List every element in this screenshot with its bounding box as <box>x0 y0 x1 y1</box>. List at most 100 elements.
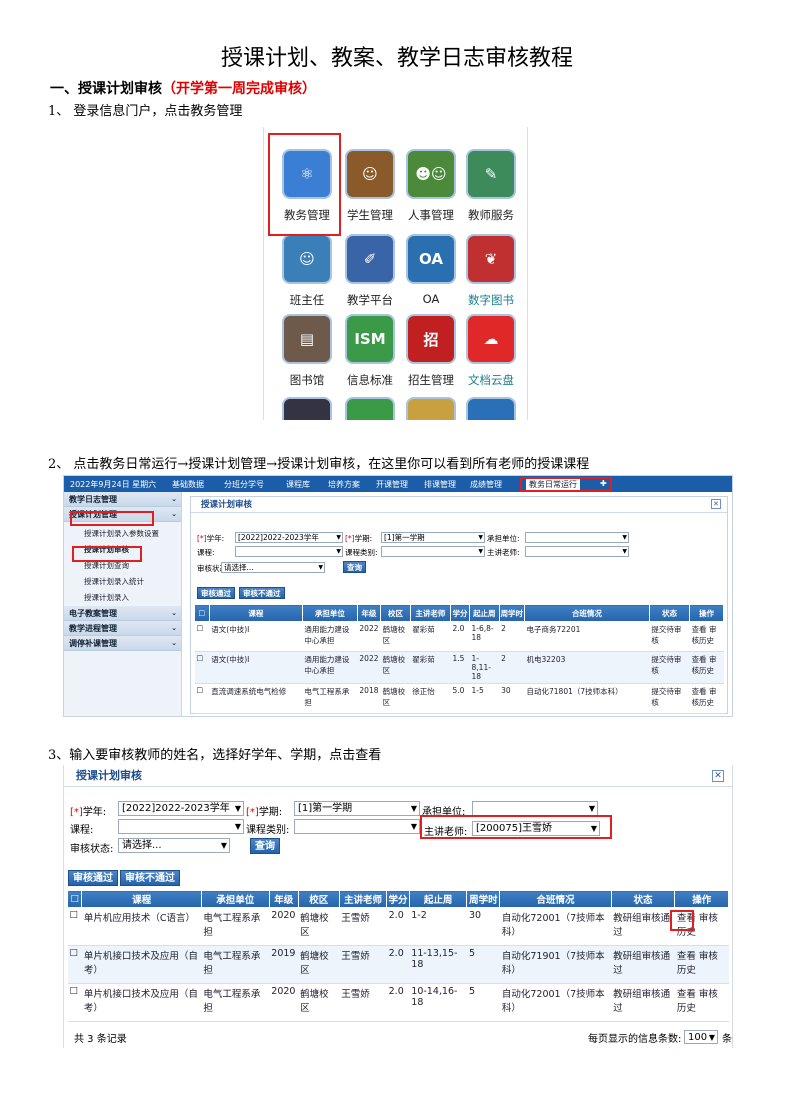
column-header[interactable]: 操作 <box>689 604 724 622</box>
portal-app-tile[interactable]: ☺ 班主任 <box>276 234 338 308</box>
status-select[interactable]: 请选择... ▼ <box>118 838 230 853</box>
top-menu-item[interactable]: 开课管理 <box>376 479 408 490</box>
table-row[interactable]: ☐ 语文(中技)Ⅰ 通用能力建设中心承担 2022 鹤塘校区 翟彩茹 1.5 1-8,11-1… <box>194 651 724 684</box>
term-select[interactable]: [1]第一学期 ▼ <box>294 801 420 816</box>
query-button[interactable]: 查询 <box>343 561 366 573</box>
top-menu-item[interactable]: 培养方案 <box>328 479 360 490</box>
section-title: 一、授课计划审核（开学第一周完成审核） <box>50 78 316 98</box>
row-checkbox[interactable]: ☐ <box>194 621 210 652</box>
column-header[interactable]: 主讲老师 <box>338 890 388 908</box>
portal-app-tile[interactable]: ☻☺ 人事管理 <box>400 149 462 223</box>
row-actions[interactable]: 查看 审核历史 <box>689 651 724 684</box>
portal-app-tile[interactable]: ✎ 教师服务 <box>460 149 522 223</box>
column-header[interactable]: 操作 <box>674 890 729 908</box>
column-header[interactable]: 学分 <box>449 604 471 622</box>
row-checkbox[interactable]: ☐ <box>67 907 82 946</box>
select-all-checkbox[interactable]: ☐ <box>66 890 83 908</box>
table-cell: 2.0 <box>386 945 410 984</box>
row-checkbox[interactable]: ☐ <box>194 651 210 684</box>
category-select[interactable]: ▼ <box>381 546 485 557</box>
year-select[interactable]: [2022]2022-2023学年 ▼ <box>235 532 343 543</box>
column-header[interactable]: 年级 <box>356 604 382 622</box>
portal-app-tile[interactable]: ✐ 教学平台 <box>339 234 401 308</box>
table-row[interactable]: ☐ 直流调速系统电气检修 电气工程系承担 2018 鹤塘校区 徐正怡 5.0 1-5 30 自动化… <box>194 683 724 714</box>
row-actions[interactable]: 查看 审核历史 <box>689 683 724 714</box>
approve-button[interactable]: 审核通过 <box>197 587 235 599</box>
column-header[interactable]: 年级 <box>268 890 299 908</box>
column-header[interactable]: 周学时 <box>466 890 501 908</box>
row-actions[interactable]: 查看 审核历史 <box>674 983 729 1022</box>
status-select[interactable]: 请选择... ▼ <box>221 562 325 573</box>
portal-app-tile[interactable]: ▤ 图书馆 <box>276 314 338 388</box>
teacher-icon: ✎ <box>466 149 516 199</box>
column-header[interactable]: 课程 <box>81 890 202 908</box>
row-actions[interactable]: 查看 审核历史 <box>674 945 729 984</box>
portal-app-tile[interactable]: ISM 信息标准 <box>339 314 401 388</box>
top-menu-item[interactable]: 成绩管理 <box>470 479 502 490</box>
table-cell: 2.0 <box>386 907 410 946</box>
top-menu-item[interactable]: 基础数据 <box>172 479 204 490</box>
column-header[interactable]: 学分 <box>386 890 410 908</box>
column-header[interactable]: 承担单位 <box>301 604 358 622</box>
column-header[interactable]: 课程 <box>208 604 303 622</box>
table-row[interactable]: ☐ 单片机接口技术及应用（自考） 电气工程系承担 2019 鹤塘校区 王雪娇 2.0 11-1… <box>67 945 729 984</box>
unit-select[interactable]: ▼ <box>525 532 629 543</box>
column-header[interactable]: 状态 <box>610 890 676 908</box>
nav-item-plan-entry[interactable]: 授课计划录入 <box>64 590 181 606</box>
nav-section-teaching-log[interactable]: 教学日志管理 ⌄ <box>64 492 181 507</box>
course-select[interactable]: ▼ <box>235 546 343 557</box>
nav-item-plan-params[interactable]: 授课计划录入参数设置 <box>64 526 181 542</box>
column-header[interactable]: 承担单位 <box>200 890 270 908</box>
table-cell: 教研组审核通过 <box>611 983 675 1022</box>
teacher-select[interactable]: ▼ <box>525 546 629 557</box>
column-header[interactable]: 周学时 <box>498 604 526 622</box>
term-select[interactable]: [1]第一学期 ▼ <box>381 532 485 543</box>
row-checkbox[interactable]: ☐ <box>194 683 210 714</box>
portal-app-tile[interactable]: ☁ 文档云盘 <box>460 314 522 388</box>
chevron-down-icon: ▼ <box>220 841 227 850</box>
table-row[interactable]: ☐ 单片机应用技术（C语言） 电气工程系承担 2020 鹤塘校区 王雪娇 2.0 1-2 30 自… <box>67 907 729 946</box>
nav-section-reschedule[interactable]: 调停补课管理 ⌄ <box>64 636 181 651</box>
reject-button[interactable]: 审核不通过 <box>239 587 285 599</box>
portal-app-tile[interactable]: ☺ 学生管理 <box>339 149 401 223</box>
nav-section-e-lesson[interactable]: 电子教案管理 ⌄ <box>64 606 181 621</box>
query-button[interactable]: 查询 <box>250 838 280 854</box>
column-header[interactable]: 校区 <box>380 604 411 622</box>
status-label: 审核状态: <box>70 844 114 855</box>
admin-screenshot-2: 授课计划审核 ✕ [*]学年: [2022]2022-2023学年 ▼ [*]学期… <box>63 765 733 1048</box>
reject-button[interactable]: 审核不通过 <box>120 870 180 886</box>
course-select[interactable]: ▼ <box>118 819 244 834</box>
top-menu-item[interactable]: 排课管理 <box>424 479 456 490</box>
category-select[interactable]: ▼ <box>294 819 420 834</box>
unit-select[interactable]: ▼ <box>472 801 598 816</box>
year-select[interactable]: [2022]2022-2023学年 ▼ <box>118 801 244 816</box>
row-actions[interactable]: 查看 审核历史 <box>689 621 724 652</box>
select-all-checkbox[interactable]: ☐ <box>194 604 210 622</box>
column-header[interactable]: 状态 <box>648 604 691 622</box>
table-cell: 鹤塘校区 <box>380 621 411 652</box>
row-checkbox[interactable]: ☐ <box>67 983 82 1022</box>
table-row[interactable]: ☐ 单片机接口技术及应用（自考） 电气工程系承担 2020 鹤塘校区 王雪娇 2.0 10-1… <box>67 983 729 1022</box>
row-checkbox[interactable]: ☐ <box>67 945 82 984</box>
ism-icon: ISM <box>345 314 395 364</box>
approve-button[interactable]: 审核通过 <box>68 870 118 886</box>
column-header[interactable]: 起止周 <box>408 890 468 908</box>
column-header[interactable]: 起止周 <box>469 604 500 622</box>
portal-app-tile[interactable]: ❦ 数字图书 <box>460 234 522 308</box>
top-menu-item[interactable]: 分班分学号 <box>224 479 264 490</box>
close-icon[interactable]: ✕ <box>712 770 724 782</box>
nav-item-plan-stats[interactable]: 授课计划录入统计 <box>64 574 181 590</box>
table-row[interactable]: ☐ 语文(中技)Ⅰ 通用能力建设中心承担 2022 鹤塘校区 翟彩茹 2.0 1-6,8-18… <box>194 621 724 652</box>
column-header[interactable]: 合班情况 <box>524 604 650 622</box>
top-menu-item[interactable]: 课程库 <box>286 479 310 490</box>
portal-app-tile[interactable]: 招招生管理 <box>400 314 462 388</box>
column-header[interactable]: 主讲老师 <box>409 604 451 622</box>
nav-section-label: 调停补课管理 <box>69 639 117 648</box>
highlight-box <box>268 133 341 236</box>
close-icon[interactable]: ✕ <box>711 499 721 509</box>
column-header[interactable]: 校区 <box>297 890 340 908</box>
per-page-select[interactable]: 100 ▼ <box>684 1030 718 1044</box>
nav-section-progress[interactable]: 教学进程管理 ⌄ <box>64 621 181 636</box>
column-header[interactable]: 合班情况 <box>499 890 612 908</box>
portal-app-tile[interactable]: OA OA <box>400 234 462 306</box>
